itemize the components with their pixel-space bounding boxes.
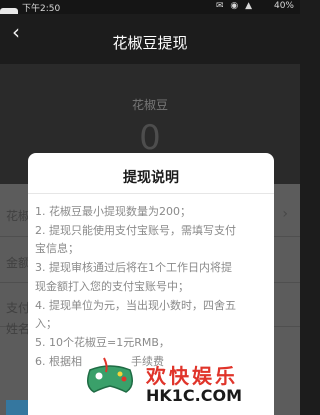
form-row-label-1: 花椒 (6, 209, 31, 223)
form-row-label-3: 支付 (6, 301, 31, 315)
balance-value: 0 (139, 118, 161, 158)
dialog-line: 宝信息； (35, 242, 79, 256)
status-time: 下午2:50 (22, 4, 61, 14)
chevron-right-icon[interactable]: › (282, 206, 288, 222)
watermark-text: 欢快娱乐 (146, 364, 238, 388)
dialog-line: 1. 花椒豆最小提现数量为200； (35, 205, 191, 218)
dialog-line: 5. 10个花椒豆=1元RMB， (35, 335, 170, 349)
watermark-url: HK1C.COM (146, 386, 243, 405)
gamepad-icon (87, 357, 133, 393)
page-title: 花椒豆提现 (112, 34, 188, 52)
dialog-divider (28, 193, 274, 194)
form-row-label-2: 金额 (6, 256, 31, 270)
balance-label: 花椒豆 (131, 98, 168, 112)
dialog-line: 4. 提现单位为元，当出现小数时，四舍五 (35, 298, 236, 312)
status-bar: 下午2:50 ✉ ◉ ▲ 40% (0, 0, 300, 14)
dialog-line: 现金额打入您的支付宝账号中； (35, 279, 189, 293)
dialog-title: 提现说明 (123, 170, 179, 186)
watermark-logo: 欢快娱乐 HK1C.COM (84, 352, 270, 412)
battery-level: 40% (273, 1, 294, 11)
dialog-rules-list: 1. 花椒豆最小提现数量为200； 2. 提现只能使用支付宝账号，需填写支付 宝… (35, 203, 269, 371)
dialog-line: 入； (35, 317, 57, 331)
dialog-line: 3. 提现审核通过后将在1个工作日内将提 (35, 261, 232, 275)
form-row-label-4: 姓名 (6, 322, 31, 336)
dialog-line: 2. 提现只能使用支付宝账号，需填写支付 (35, 223, 236, 237)
status-icons: ✉ ◉ ▲ (215, 1, 254, 11)
